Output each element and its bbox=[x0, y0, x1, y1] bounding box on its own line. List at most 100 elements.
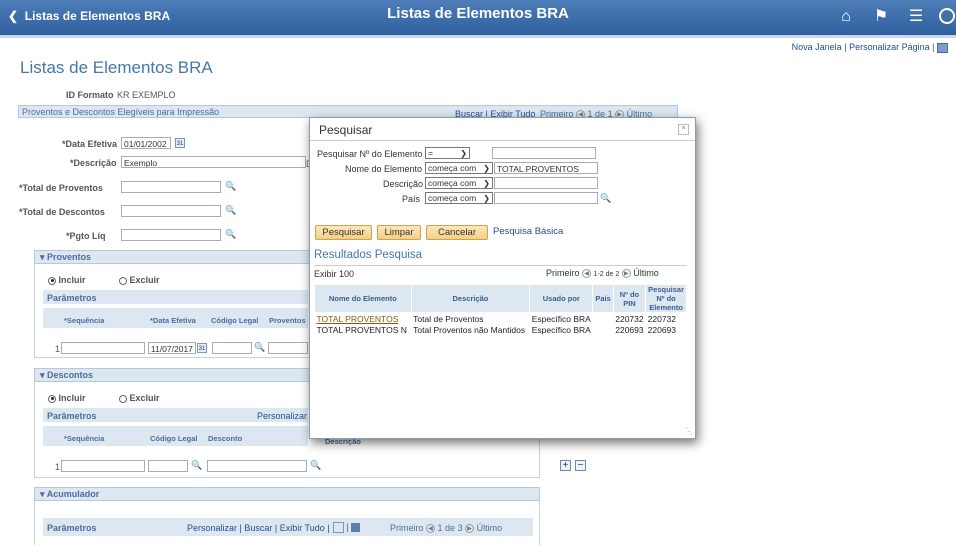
effective-date-input[interactable]: 01/01/2002 bbox=[121, 137, 171, 149]
element-number-input[interactable] bbox=[492, 147, 596, 159]
description-input[interactable]: Exemplo bbox=[121, 156, 306, 168]
calendar-icon[interactable]: 31 bbox=[197, 343, 207, 353]
home-icon[interactable]: ⌂ bbox=[835, 8, 857, 26]
result-cell[interactable]: 220693 bbox=[646, 324, 687, 335]
basic-search-link[interactable]: Pesquisa Básica bbox=[493, 226, 563, 237]
navbar-icon[interactable] bbox=[938, 8, 956, 26]
column-description[interactable]: Descrição bbox=[410, 284, 531, 313]
clear-button[interactable]: Limpar bbox=[377, 225, 421, 240]
lookup-icon[interactable]: 🔍 bbox=[600, 193, 611, 203]
country-operator[interactable]: começa com ❯ bbox=[425, 192, 493, 204]
collapse-icon[interactable]: ▾ bbox=[40, 489, 45, 499]
nav-first[interactable]: Primeiro bbox=[546, 268, 580, 278]
next-icon[interactable]: ▶ bbox=[621, 269, 631, 279]
previous-icon[interactable]: ◀ bbox=[426, 524, 436, 534]
legal-code-input[interactable] bbox=[212, 342, 252, 354]
description-input[interactable] bbox=[494, 177, 598, 189]
deductions-title: ▾ Descontos bbox=[40, 370, 94, 380]
earnings-params-title: Parâmetros bbox=[47, 293, 97, 303]
deductions-include-option[interactable]: Incluir bbox=[48, 393, 86, 403]
result-cell[interactable]: Total de Proventos bbox=[411, 313, 530, 325]
sequence-input[interactable] bbox=[61, 342, 145, 354]
deductions-personalize-link[interactable]: Personalizar | bbox=[257, 411, 312, 421]
result-cell[interactable]: TOTAL PROVENTOS N bbox=[315, 324, 412, 335]
result-cell[interactable]: Total Proventos não Mantidos bbox=[411, 324, 530, 335]
element-name-input[interactable]: TOTAL PROVENTOS bbox=[494, 162, 598, 174]
description-operator[interactable]: começa com ❯ bbox=[425, 177, 493, 189]
lookup-icon[interactable]: 🔍 bbox=[225, 229, 236, 239]
collapse-icon[interactable]: ▾ bbox=[40, 252, 45, 262]
result-link[interactable]: TOTAL PROVENTOS bbox=[317, 314, 399, 324]
resize-grip-icon[interactable]: ⋱ bbox=[685, 428, 693, 436]
previous-icon[interactable]: ◀ bbox=[582, 269, 592, 279]
nav-last[interactable]: Último bbox=[633, 268, 659, 278]
result-cell[interactable]: 220693 bbox=[613, 324, 645, 335]
lookup-icon[interactable]: 🔍 bbox=[254, 342, 265, 352]
search-dialog: Pesquisar × Pesquisar Nº do Elemento = ❯ … bbox=[309, 117, 696, 439]
next-icon[interactable]: ▶ bbox=[465, 524, 475, 534]
download-icon[interactable] bbox=[351, 523, 361, 533]
lookup-icon[interactable]: 🔍 bbox=[310, 460, 321, 470]
result-cell[interactable]: Específico BRA bbox=[530, 324, 593, 335]
radio-icon[interactable] bbox=[119, 276, 127, 285]
lookup-icon[interactable]: 🔍 bbox=[191, 460, 202, 470]
element-name-operator[interactable]: começa com ❯ bbox=[425, 162, 493, 174]
total-earnings-label: *Total de Proventos bbox=[19, 183, 103, 193]
accumulator-header[interactable] bbox=[34, 487, 540, 501]
column-element-name[interactable]: Nome do Elemento bbox=[314, 284, 412, 313]
grid-icon[interactable] bbox=[937, 42, 948, 53]
column-pin[interactable]: Nº do PIN bbox=[612, 284, 647, 313]
dialog-title: Pesquisar bbox=[319, 123, 373, 137]
lookup-icon[interactable]: 🔍 bbox=[225, 181, 236, 191]
accumulator-links[interactable]: Personalizar | Buscar | Exibir Tudo | bbox=[187, 523, 330, 533]
total-deductions-input[interactable] bbox=[121, 205, 221, 217]
earnings-title: ▾ Proventos bbox=[40, 252, 92, 262]
calendar-icon[interactable]: 31 bbox=[175, 138, 185, 148]
divider bbox=[310, 140, 695, 141]
result-cell[interactable] bbox=[593, 324, 613, 335]
zoom-icon[interactable] bbox=[333, 522, 344, 534]
result-cell[interactable]: Específico BRA bbox=[530, 313, 593, 325]
column-deduction: Desconto bbox=[208, 434, 243, 443]
sequence-input[interactable] bbox=[61, 460, 145, 472]
search-button[interactable]: Pesquisar bbox=[315, 225, 372, 240]
radio-selected-icon[interactable] bbox=[48, 276, 56, 285]
personalize-page-link[interactable]: Personalizar Página bbox=[849, 42, 930, 52]
effective-date-label: *Data Efetiva bbox=[62, 139, 118, 149]
result-cell[interactable]: 220732 bbox=[613, 313, 645, 325]
element-number-operator[interactable]: = ❯ bbox=[425, 147, 470, 159]
flag-icon[interactable]: ⚑ bbox=[870, 8, 892, 26]
lookup-icon[interactable]: 🔍 bbox=[225, 205, 236, 215]
table-row[interactable]: TOTAL PROVENTOS Total de Proventos Espec… bbox=[315, 313, 687, 325]
net-pay-input[interactable] bbox=[121, 229, 221, 241]
legal-code-input[interactable] bbox=[148, 460, 188, 472]
result-cell[interactable]: 220732 bbox=[646, 313, 687, 325]
add-row-icon[interactable]: + bbox=[560, 460, 571, 471]
column-element-number[interactable]: Pesquisar Nº do Elemento bbox=[645, 284, 687, 313]
country-input[interactable] bbox=[494, 192, 598, 204]
column-used-by[interactable]: Usado por bbox=[529, 284, 594, 313]
close-icon[interactable]: × bbox=[678, 124, 689, 135]
radio-selected-icon[interactable] bbox=[48, 394, 56, 403]
menu-icon[interactable]: ☰ bbox=[905, 8, 927, 26]
table-row[interactable]: TOTAL PROVENTOS N Total Proventos não Ma… bbox=[315, 324, 687, 335]
result-cell[interactable] bbox=[593, 313, 613, 325]
page-banner-title: Listas de Elementos BRA bbox=[387, 5, 569, 22]
description-label: Descrição bbox=[383, 179, 424, 189]
collapse-icon[interactable]: ▾ bbox=[40, 370, 45, 380]
earnings-include-option[interactable]: Incluir bbox=[48, 275, 86, 285]
earnings-exclude-option[interactable]: Excluir bbox=[119, 275, 160, 285]
earnings-date-input[interactable]: 11/07/2017 bbox=[148, 342, 196, 354]
nav-last[interactable]: Último bbox=[477, 523, 503, 533]
total-earnings-input[interactable] bbox=[121, 181, 221, 193]
delete-row-icon[interactable]: − bbox=[575, 460, 586, 471]
deduction-input[interactable] bbox=[207, 460, 307, 472]
nav-first[interactable]: Primeiro bbox=[390, 523, 424, 533]
column-country[interactable]: País bbox=[592, 284, 614, 313]
earnings-code-input[interactable] bbox=[268, 342, 308, 354]
new-window-link[interactable]: Nova Janela bbox=[792, 42, 842, 52]
radio-icon[interactable] bbox=[119, 394, 127, 403]
element-name-label: Nome do Elemento bbox=[345, 164, 423, 174]
deductions-exclude-option[interactable]: Excluir bbox=[119, 393, 160, 403]
cancel-button[interactable]: Cancelar bbox=[426, 225, 488, 240]
